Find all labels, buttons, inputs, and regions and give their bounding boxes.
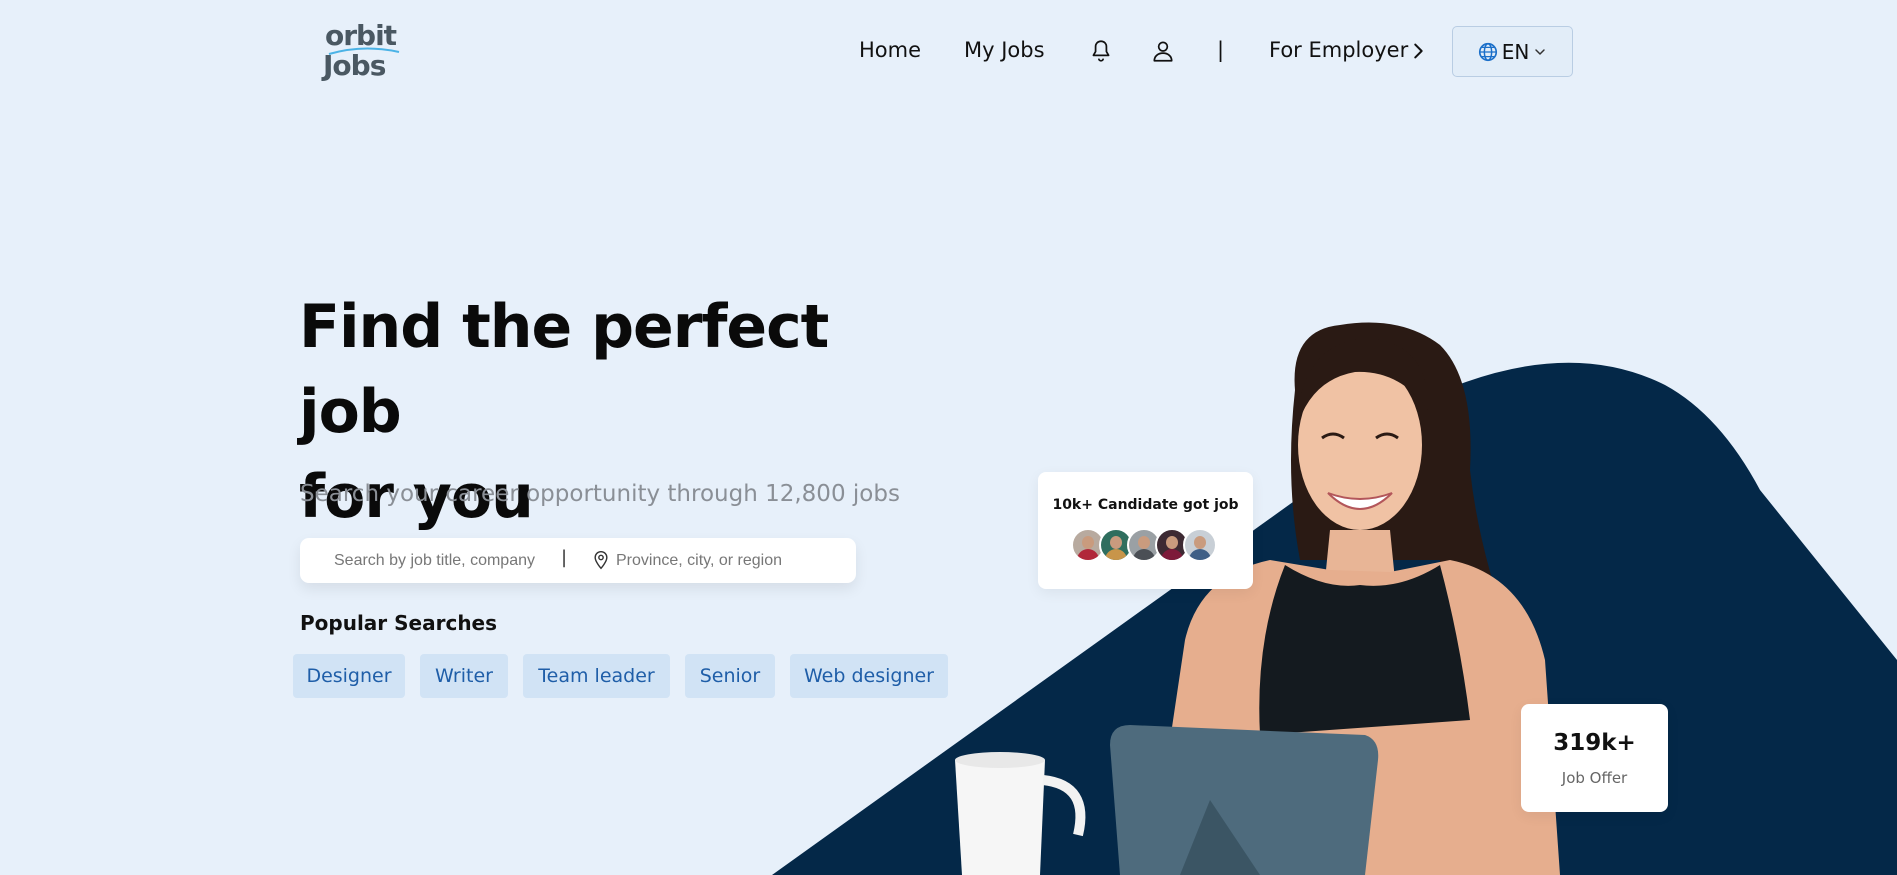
popular-chip-team-leader[interactable]: Team leader <box>523 654 670 698</box>
search-separator: | <box>561 547 568 568</box>
candidates-card: 10k+ Candidate got job <box>1038 472 1253 589</box>
candidates-label: 10k+ Candidate got job <box>1052 497 1239 513</box>
popular-chip-designer[interactable]: Designer <box>293 654 405 698</box>
popular-searches-title: Popular Searches <box>300 611 498 635</box>
hero-title-line1: Find the perfect job <box>299 292 829 447</box>
popular-chip-senior[interactable]: Senior <box>685 654 775 698</box>
location-search-input[interactable] <box>614 548 838 574</box>
avatar <box>1183 528 1217 562</box>
job-offer-card: 319k+ Job Offer <box>1521 704 1668 812</box>
hero-subtitle: Search your career opportunity through 1… <box>300 481 900 507</box>
job-offer-count: 319k+ <box>1553 730 1636 756</box>
popular-chip-writer[interactable]: Writer <box>420 654 508 698</box>
search-bar: | <box>300 538 856 583</box>
job-offer-label: Job Offer <box>1561 769 1628 787</box>
location-pin-icon <box>594 550 608 570</box>
job-search-input[interactable] <box>332 548 546 574</box>
popular-chip-web-designer[interactable]: Web designer <box>790 654 948 698</box>
